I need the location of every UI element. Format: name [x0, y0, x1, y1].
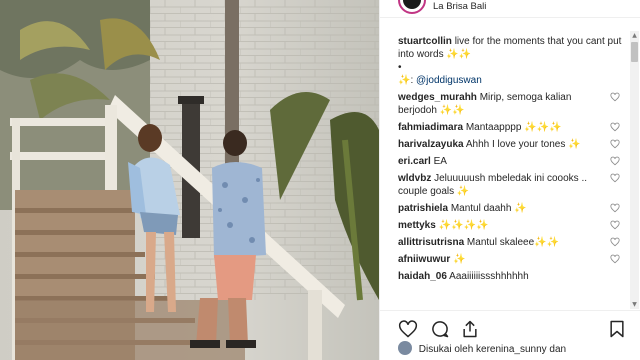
heart-small-icon[interactable] — [610, 254, 620, 264]
comment-username[interactable]: haidah_06 — [398, 271, 447, 282]
instagram-post-view: La Brisa Bali stuartcollin live for the … — [0, 0, 640, 360]
heart-small-icon[interactable] — [610, 156, 620, 166]
heart-small-icon[interactable] — [610, 203, 620, 213]
post-header: La Brisa Bali — [380, 0, 640, 18]
post-photo[interactable] — [0, 0, 379, 360]
comment-username[interactable]: fahmiadimara — [398, 122, 463, 133]
heart-small-icon[interactable] — [610, 139, 620, 149]
comment-text: ✨ — [453, 254, 466, 265]
comment-text: Aaaiiiiiissshhhhhh — [449, 271, 529, 282]
comment-item: mettyks ✨✨✨✨ — [398, 219, 622, 232]
comment-username[interactable]: patrishiela — [398, 203, 448, 214]
heart-small-icon[interactable] — [610, 173, 620, 183]
caption-bullet: • — [398, 62, 402, 73]
likes-text[interactable]: Disukai oleh kerenina_sunny dan — [419, 344, 566, 355]
comment-item: haidah_06 Aaaiiiiiissshhhhhh — [398, 270, 622, 283]
comment-text: Mantul daahh ✨ — [450, 203, 527, 214]
comment-username[interactable]: eri.carl — [398, 156, 431, 167]
likes-summary: Disukai oleh kerenina_sunny dan — [398, 341, 628, 360]
scroll-up-icon[interactable]: ▲ — [630, 31, 639, 40]
comments-scrollbar[interactable]: ▲ ▼ — [630, 31, 639, 309]
comment-text: Ahhh I love your tones ✨ — [465, 139, 581, 150]
comment-text: Mantul skaleee✨✨ — [466, 237, 560, 248]
share-icon[interactable] — [460, 319, 480, 339]
comment-username[interactable]: allittrisutrisna — [398, 237, 464, 248]
location-link[interactable]: La Brisa Bali — [433, 1, 486, 12]
comment-item: fahmiadimara Mantaapppp ✨✨✨ — [398, 121, 622, 134]
comment-username[interactable]: mettyks — [398, 220, 436, 231]
heart-icon[interactable] — [398, 319, 418, 339]
comment-username[interactable]: wldvbz — [398, 173, 431, 184]
caption-tag-prefix: ✨: — [398, 75, 414, 86]
comment-username[interactable]: harivalzayuka — [398, 139, 464, 150]
comment-item: wedges_murahh Mirip, semoga kalian berjo… — [398, 91, 622, 117]
comment-item: wldvbz Jeluuuuush mbeledak ini coooks ..… — [398, 172, 622, 198]
comment-text: EA — [433, 156, 447, 167]
heart-small-icon[interactable] — [610, 220, 620, 230]
heart-small-icon[interactable] — [610, 122, 620, 132]
comment-item: patrishiela Mantul daahh ✨ — [398, 202, 622, 215]
caption-mention-link[interactable]: @joddiguswan — [416, 75, 482, 86]
scroll-down-icon[interactable]: ▼ — [630, 300, 639, 309]
profile-avatar[interactable] — [398, 0, 426, 14]
caption-username[interactable]: stuartcollin — [398, 36, 452, 47]
comment-username[interactable]: wedges_murahh — [398, 92, 477, 103]
comment-item: afniiwuwur ✨ — [398, 253, 622, 266]
bookmark-icon[interactable] — [607, 319, 627, 339]
comment-item: eri.carl EA — [398, 155, 622, 168]
comment-username[interactable]: afniiwuwur — [398, 254, 450, 265]
comment-item: harivalzayuka Ahhh I love your tones ✨ — [398, 138, 622, 151]
comment-icon[interactable] — [430, 319, 450, 339]
comments-list: stuartcollin live for the moments that y… — [398, 35, 622, 315]
heart-small-icon[interactable] — [610, 92, 620, 102]
comment-text: Mantaapppp ✨✨✨ — [465, 122, 562, 133]
post-caption: stuartcollin live for the moments that y… — [398, 35, 622, 87]
comment-item: allittrisutrisna Mantul skaleee✨✨ — [398, 236, 622, 249]
photo-scene — [0, 0, 379, 360]
liker-avatar[interactable] — [398, 341, 412, 355]
comment-text: ✨✨✨✨ — [438, 220, 489, 231]
scroll-thumb[interactable] — [631, 42, 638, 62]
post-side-panel: La Brisa Bali stuartcollin live for the … — [379, 0, 640, 360]
heart-small-icon[interactable] — [610, 237, 620, 247]
post-actions-bar — [380, 310, 640, 340]
